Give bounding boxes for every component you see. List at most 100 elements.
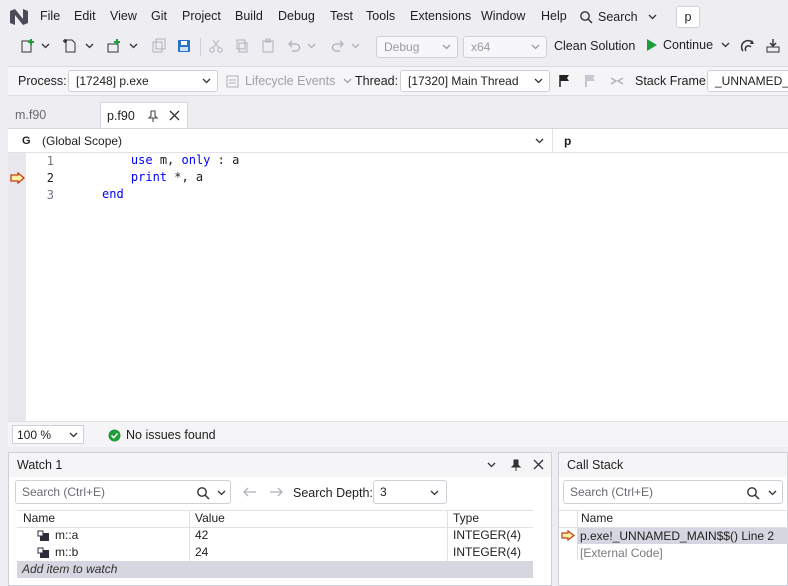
watch-search-placeholder: Search (Ctrl+E) <box>22 485 106 499</box>
column-header-value[interactable]: Value <box>195 511 225 525</box>
lifecycle-events-button[interactable]: Lifecycle Events <box>226 74 352 88</box>
column-header-name[interactable]: Name <box>581 511 613 525</box>
breakpoint-margin[interactable] <box>8 153 26 421</box>
code-line[interactable]: use m, only : a <box>102 153 239 167</box>
menu-file[interactable]: File <box>40 9 60 23</box>
toolbar-separator <box>200 38 201 56</box>
line-number: 3 <box>46 188 54 202</box>
stack-frame-name: [External Code] <box>580 546 663 560</box>
chevron-down-icon[interactable] <box>128 38 138 54</box>
code-editor[interactable]: G (Global Scope) p 1 2 3 use m, only : a… <box>8 128 788 447</box>
code-line[interactable]: print *, a <box>102 170 203 184</box>
keyword: end <box>102 187 124 201</box>
watch-search-input[interactable]: Search (Ctrl+E) <box>15 480 231 504</box>
call-stack-row-selected[interactable]: p.exe!_UNNAMED_MAIN$$() Line 2 <box>577 528 788 544</box>
chevron-down-icon <box>535 138 544 144</box>
search-next-icon[interactable] <box>269 487 283 497</box>
chevron-down-icon <box>534 78 543 84</box>
copy-icon[interactable] <box>234 38 250 54</box>
menu-window[interactable]: Window <box>481 9 525 23</box>
solution-platform-dropdown[interactable]: x64 <box>463 36 547 58</box>
new-project-icon[interactable] <box>20 38 36 54</box>
chevron-down-icon <box>442 44 451 50</box>
search-previous-icon[interactable] <box>243 487 257 497</box>
zoom-value: 100 % <box>17 427 52 442</box>
menu-view[interactable]: View <box>110 9 137 23</box>
global-search-button[interactable]: Search <box>579 6 657 28</box>
flag-all-threads-icon[interactable] <box>584 74 598 88</box>
global-search-label: Search <box>598 10 638 24</box>
issues-indicator[interactable]: No issues found <box>108 428 216 442</box>
flag-thread-icon[interactable] <box>558 74 572 88</box>
keyword: use <box>130 153 153 167</box>
table-row[interactable]: m::a 42 INTEGER(4) <box>17 527 533 544</box>
editor-navigation-bar: G (Global Scope) p <box>8 129 788 153</box>
watch-type: INTEGER(4) <box>453 545 522 559</box>
menu-edit[interactable]: Edit <box>74 9 96 23</box>
cut-icon[interactable] <box>208 38 224 54</box>
add-watch-row[interactable]: Add item to watch <box>17 561 533 578</box>
watch-window: Watch 1 Search (Ctrl+E) Search Depth: 3 … <box>8 452 552 586</box>
stack-frame-dropdown[interactable]: _UNNAMED_M <box>707 70 788 92</box>
chevron-down-icon[interactable] <box>487 462 496 468</box>
menu-extensions[interactable]: Extensions <box>410 9 471 23</box>
chevron-down-icon <box>721 42 730 48</box>
paste-icon[interactable] <box>260 38 276 54</box>
add-item-to-watch[interactable]: Add item to watch <box>22 562 117 576</box>
save-icon[interactable] <box>176 38 192 54</box>
watch-value[interactable]: 42 <box>195 528 208 542</box>
close-icon[interactable] <box>533 459 544 470</box>
menu-debug[interactable]: Debug <box>278 9 315 23</box>
process-dropdown[interactable]: [17248] p.exe <box>68 70 218 92</box>
code-line[interactable]: end <box>102 187 124 201</box>
thread-dropdown[interactable]: [17320] Main Thread <box>400 70 550 92</box>
tab-p-f90[interactable]: p.f90 <box>100 102 188 128</box>
attach-debugger-icon[interactable] <box>765 38 781 54</box>
column-header-name[interactable]: Name <box>23 511 55 525</box>
member-dropdown[interactable]: p <box>564 129 788 153</box>
save-all-icon[interactable] <box>151 38 167 54</box>
line-number: 2 <box>46 171 54 185</box>
menu-help[interactable]: Help <box>541 9 567 23</box>
table-row[interactable]: m::b 24 INTEGER(4) <box>17 544 533 561</box>
menu-tools[interactable]: Tools <box>366 9 395 23</box>
chevron-down-icon[interactable] <box>306 38 316 54</box>
chevron-down-icon[interactable] <box>84 38 94 54</box>
redo-icon[interactable] <box>330 38 346 54</box>
search-depth-dropdown[interactable]: 3 <box>373 480 447 504</box>
keyword: only <box>181 153 211 167</box>
menu-git[interactable]: Git <box>151 9 167 23</box>
hot-reload-icon[interactable] <box>740 38 756 54</box>
call-stack-search-input[interactable]: Search (Ctrl+E) <box>563 480 783 504</box>
visual-studio-logo-icon[interactable] <box>8 6 30 28</box>
column-header-type[interactable]: Type <box>453 511 479 525</box>
clean-solution-button[interactable]: Clean Solution <box>554 39 635 53</box>
process-label: Process: <box>18 74 67 88</box>
tab-m-f90[interactable]: m.f90 <box>8 102 96 128</box>
pin-icon[interactable] <box>147 109 159 122</box>
continue-button[interactable]: Continue <box>646 38 730 52</box>
search-icon <box>747 487 760 500</box>
undo-icon[interactable] <box>286 38 302 54</box>
menu-test[interactable]: Test <box>330 9 353 23</box>
zoom-dropdown[interactable]: 100 % <box>12 425 84 444</box>
show-external-code-icon[interactable] <box>610 74 624 88</box>
chevron-down-icon[interactable] <box>40 38 50 54</box>
watch-name: m::b <box>55 545 79 559</box>
scope-dropdown[interactable]: (Global Scope) <box>42 129 548 153</box>
close-icon[interactable] <box>169 110 180 121</box>
menu-build[interactable]: Build <box>235 9 263 23</box>
lifecycle-events-icon <box>226 75 239 87</box>
solution-configuration-dropdown[interactable]: Debug <box>376 36 458 58</box>
solution-name-badge[interactable]: p <box>676 6 700 28</box>
call-stack-window: Call Stack Search (Ctrl+E) Name p.exe!_U… <box>558 452 788 586</box>
menu-project[interactable]: Project <box>182 9 221 23</box>
search-depth-label: Search Depth: <box>293 486 373 500</box>
watch-value[interactable]: 24 <box>195 545 208 559</box>
new-file-icon[interactable] <box>62 38 78 54</box>
chevron-down-icon <box>768 490 777 496</box>
pin-icon[interactable] <box>510 459 522 471</box>
chevron-down-icon[interactable] <box>350 38 360 54</box>
add-item-icon[interactable] <box>106 38 122 54</box>
call-stack-row[interactable]: [External Code] <box>577 545 788 561</box>
